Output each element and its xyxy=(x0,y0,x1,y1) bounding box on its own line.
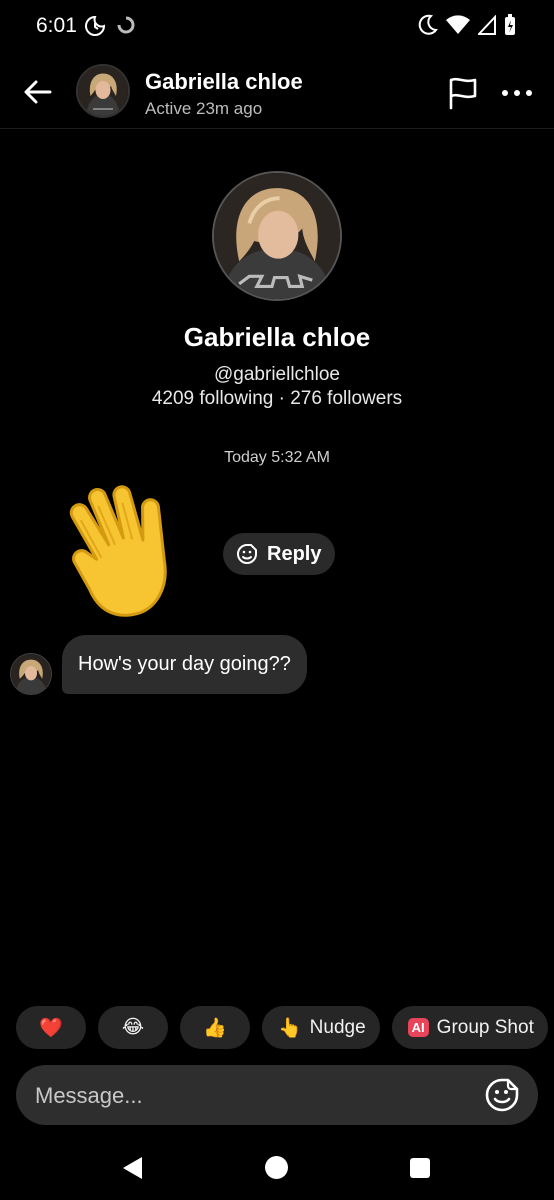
message-bubble[interactable]: How's your day going?? xyxy=(62,635,307,694)
waving-hand-sticker[interactable] xyxy=(58,478,208,628)
laugh-reaction-button[interactable]: 😂 xyxy=(98,1006,168,1049)
flag-icon[interactable] xyxy=(447,76,479,110)
ai-badge-icon: AI xyxy=(407,1018,429,1037)
header-active-status: Active 23m ago xyxy=(145,99,263,118)
reply-label: Reply xyxy=(267,542,322,565)
status-right-icons xyxy=(418,14,516,36)
more-icon[interactable] xyxy=(501,86,533,100)
pointing-hand-icon: 👆 xyxy=(278,1017,302,1039)
group-shot-button[interactable]: AI Group Shot xyxy=(391,1006,548,1049)
profile-name[interactable]: Gabriella chloe xyxy=(0,322,554,353)
status-left-icons xyxy=(84,15,136,37)
nudge-button[interactable]: 👆 Nudge xyxy=(262,1006,380,1049)
heart-icon: ❤️ xyxy=(39,1017,63,1039)
back-arrow-icon[interactable] xyxy=(20,74,56,110)
signal-icon xyxy=(478,15,496,35)
nav-back-icon[interactable] xyxy=(120,1155,144,1181)
sticker-icon[interactable] xyxy=(484,1077,520,1113)
message-composer xyxy=(16,1065,538,1127)
nav-home-icon[interactable] xyxy=(265,1156,288,1179)
moon-clock-icon xyxy=(85,15,106,36)
header-avatar[interactable] xyxy=(76,64,130,118)
group-shot-label: Group Shot xyxy=(436,1016,534,1038)
profile-stats: 4209 following · 276 followers xyxy=(151,388,403,409)
message-timestamp: Today 5:32 AM xyxy=(224,449,330,466)
header-name[interactable]: Gabriella chloe xyxy=(145,69,303,95)
sticker-smile-icon xyxy=(237,544,257,564)
wifi-icon xyxy=(446,15,470,34)
heart-reaction-button[interactable]: ❤️ xyxy=(16,1006,86,1049)
nav-recents-icon[interactable] xyxy=(410,1158,430,1178)
message-input[interactable] xyxy=(33,1065,477,1127)
dnd-moon-icon xyxy=(418,14,438,35)
profile-handle: @gabriellchloe xyxy=(214,364,340,385)
thumbs-up-reaction-button[interactable]: 👍 xyxy=(180,1006,250,1049)
loading-icon xyxy=(117,16,135,34)
message-text: How's your day going?? xyxy=(78,653,291,675)
quick-reactions: ❤️ 😂 👍 👆 Nudge AI Group Shot xyxy=(16,1006,548,1049)
profile-avatar[interactable] xyxy=(212,171,342,301)
laughing-face-icon: 😂 xyxy=(121,1017,145,1038)
nudge-label: Nudge xyxy=(309,1016,366,1038)
thumbs-up-icon: 👍 xyxy=(203,1017,227,1039)
reply-button[interactable]: Reply xyxy=(223,533,336,575)
status-time: 6:01 xyxy=(36,14,77,37)
sender-avatar[interactable] xyxy=(10,653,52,695)
battery-icon xyxy=(505,14,515,35)
